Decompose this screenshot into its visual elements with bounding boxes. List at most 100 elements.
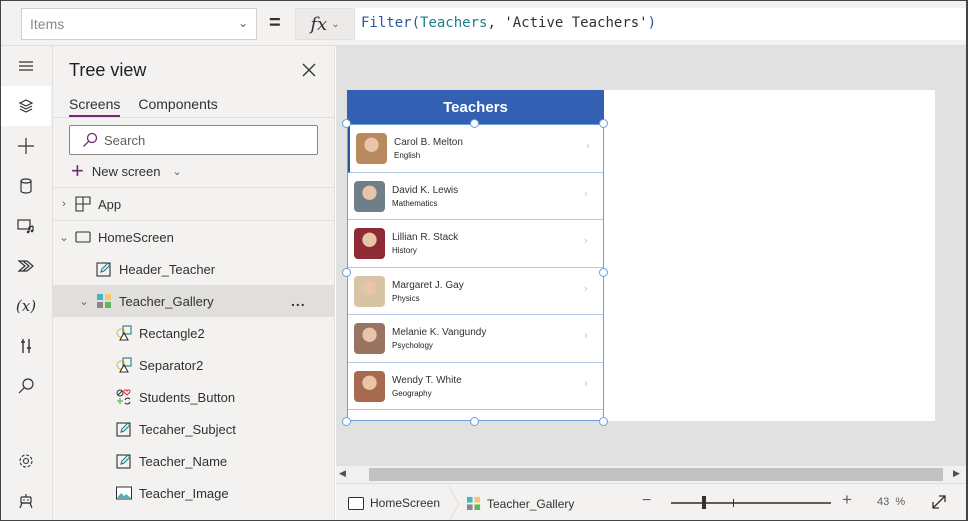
tab-components[interactable]: Components [138,96,217,117]
advanced-tools-button[interactable] [1,326,51,366]
advanced-tools-icon [21,339,31,353]
chevron-down-icon[interactable]: ⌄ [78,295,90,308]
gallery-icon [97,294,111,308]
tree-node-homescreen[interactable]: ⌄ HomeScreen [53,221,335,253]
resize-handle-bottom-left[interactable] [342,417,351,426]
tree-node-teacher-name[interactable]: Teacher_Name [53,445,335,477]
teacher-image [354,180,385,212]
zoom-in-button[interactable]: + [842,490,852,510]
settings-icon [19,454,33,468]
new-screen-button[interactable]: + New screen ⌄ [71,160,182,182]
search-icon [83,132,98,147]
tree-node-header-teacher[interactable]: Header_Teacher [53,253,335,285]
gallery-icon [466,496,481,511]
chevron-right-icon[interactable]: › [584,235,588,247]
resize-handle-top[interactable] [470,119,479,128]
resize-handle-bottom-right[interactable] [599,417,608,426]
chevron-right-icon[interactable]: › [584,188,588,200]
tree-view-title: Tree view [69,60,147,80]
menu-button[interactable] [1,46,51,86]
chevron-down-icon: ⌄ [331,18,340,30]
breadcrumb-separator-icon [448,486,460,520]
chevron-right-icon[interactable]: › [58,198,70,210]
search-button[interactable] [1,366,51,406]
new-screen-label: New screen [91,163,161,179]
search-icon [18,378,34,394]
gallery-row[interactable]: David K. Lewis Mathematics › [348,173,603,220]
tree-node-teacher-subject[interactable]: Tecaher_Subject [53,413,335,445]
canvas-horizontal-scrollbar[interactable]: ◀ ▶ [336,466,966,483]
tree-node-rectangle2[interactable]: Rectangle2 [53,317,335,349]
shape-icon [116,325,132,341]
chevron-down-icon[interactable]: ⌄ [58,231,70,244]
teacher-name: Carol B. Melton [394,137,463,148]
scroll-right-icon[interactable]: ▶ [953,468,960,479]
zoom-slider[interactable] [671,496,831,509]
tree-node-students-button[interactable]: Students_Button [53,381,335,413]
resize-handle-bottom[interactable] [470,417,479,426]
teacher-gallery[interactable]: Carol B. Melton English › David K. Lewis Mat… [347,124,604,421]
more-options-icon[interactable]: ... [291,293,306,309]
teacher-subject: Mathematics [392,198,438,208]
teacher-image [354,228,385,259]
fit-to-window-icon[interactable] [930,493,948,511]
formula-string: 'Active Teachers' [504,15,648,31]
gallery-row[interactable]: Margaret J. Gay Physics › [348,268,603,315]
data-button[interactable] [1,166,51,206]
variables-button[interactable]: (x) [1,286,51,326]
button-icon [116,389,131,405]
teacher-name: Wendy T. White [392,374,462,386]
zoom-unit: % [895,496,906,508]
resize-handle-right[interactable] [599,268,608,277]
gallery-row[interactable]: Lillian R. Stack History › [348,220,603,268]
zoom-slider-knob[interactable] [702,496,706,509]
canvas[interactable]: Teachers Carol B. Melton English › David K.… [336,46,966,466]
tree-view-button[interactable] [1,86,51,126]
power-automate-icon [17,260,34,272]
zoom-out-button[interactable]: − [642,492,651,510]
power-automate-button[interactable] [1,246,51,286]
resize-handle-top-right[interactable] [599,119,608,128]
chevron-right-icon[interactable]: › [584,283,588,295]
equals-sign: = [269,12,281,34]
resize-handle-left[interactable] [342,268,351,277]
fx-button[interactable]: fx ⌄ [295,8,355,40]
settings-button[interactable] [1,441,51,481]
left-rail: (x) [1,46,53,520]
data-icon [20,178,32,194]
property-dropdown[interactable]: Items ⌄ [21,8,257,40]
power-apps-studio: Items ⌄ = fx ⌄ Filter(Teachers, 'Active … [0,0,968,521]
tree-node-label: Teacher_Gallery [119,293,214,309]
tree-node-separator2[interactable]: Separator2 [53,349,335,381]
tree-node-label: App [98,196,122,212]
tree-node-app[interactable]: › App [53,188,335,220]
scrollbar-thumb[interactable] [369,468,943,481]
formula-input[interactable]: Filter(Teachers, 'Active Teachers') [355,8,966,40]
tree-node-label: HomeScreen [98,229,174,245]
teacher-subject: Physics [392,293,420,303]
chevron-right-icon[interactable]: › [586,140,590,152]
virtual-agent-button[interactable] [1,481,51,520]
gallery-row[interactable]: Carol B. Melton English › [348,125,603,173]
resize-handle-top-left[interactable] [342,119,351,128]
gallery-row[interactable]: Melanie K. Vangundy Psychology › [348,315,603,363]
tree-node-teacher-gallery[interactable]: ⌄ Teacher_Gallery ... [53,285,335,317]
virtual-agent-icon [19,494,33,509]
scroll-left-icon[interactable]: ◀ [339,468,346,479]
breadcrumb-screen[interactable]: HomeScreen [348,496,440,510]
gallery-row[interactable]: Wendy T. White Geography › [348,363,603,410]
tree-view-icon [18,99,34,113]
insert-button[interactable] [1,126,51,166]
tab-screens[interactable]: Screens [69,96,121,117]
media-button[interactable] [1,206,51,246]
breadcrumb-control[interactable]: Teacher_Gallery [466,496,574,511]
tree-node-teacher-image[interactable]: Teacher_Image [53,477,335,509]
teacher-subject: Psychology [392,341,433,350]
formula-function: Filter [361,15,412,31]
tree-search-input[interactable]: Search [69,125,318,155]
chevron-right-icon[interactable]: › [584,330,588,342]
media-icon [17,219,34,234]
chevron-right-icon[interactable]: › [584,378,588,390]
close-icon[interactable] [299,60,319,80]
search-placeholder: Search [104,132,146,148]
